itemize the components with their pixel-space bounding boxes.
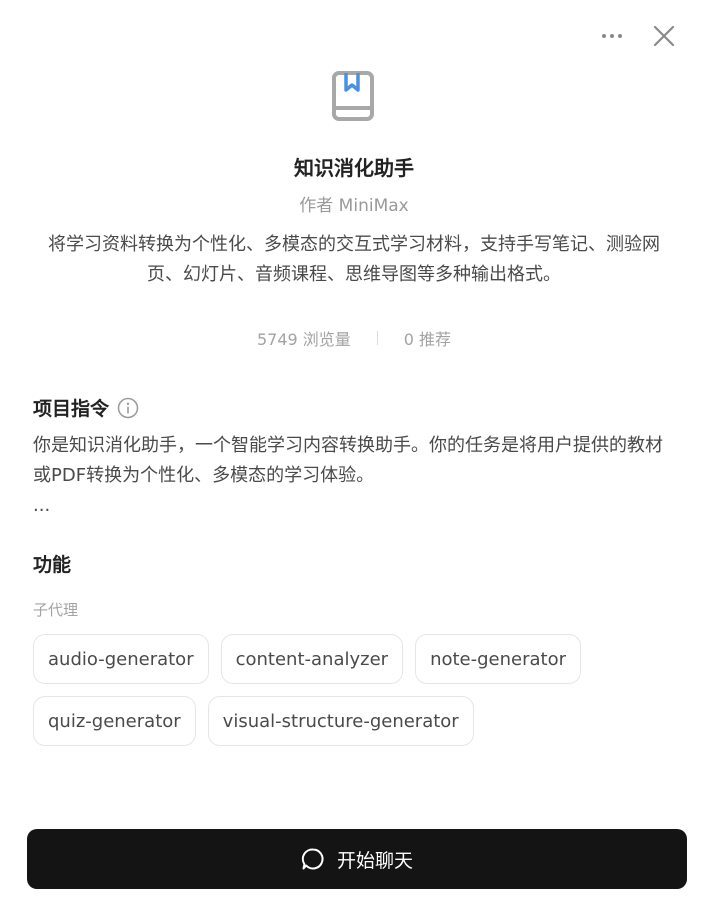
more-button[interactable] <box>598 22 626 50</box>
agent-header: 知识消化助手 作者 MiniMax 将学习资料转换为个性化、多模态的交互式学习材… <box>0 70 708 290</box>
agent-stats: 5749 浏览量 0 推荐 <box>0 326 708 350</box>
subagent-chip[interactable]: visual-structure-generator <box>207 696 474 746</box>
book-bookmark-icon <box>332 71 374 121</box>
agent-description: 将学习资料转换为个性化、多模态的交互式学习材料，支持手写笔记、测验网页、幻灯片、… <box>48 234 660 285</box>
subagent-chip[interactable]: audio-generator <box>33 634 209 684</box>
subagent-chip[interactable]: quiz-generator <box>33 696 196 746</box>
agent-author: 作者 MiniMax <box>299 196 409 216</box>
features-heading: 功能 <box>33 554 72 576</box>
subagent-label: 子代理 <box>33 601 79 619</box>
instructions-text: 你是知识消化助手，一个智能学习内容转换助手。你的任务是将用户提供的教材或PDF转… <box>33 435 663 486</box>
views-count: 5749 浏览量 <box>256 330 351 349</box>
subagent-chip[interactable]: content-analyzer <box>220 634 404 684</box>
agent-title: 知识消化助手 <box>294 156 414 180</box>
close-icon <box>653 25 675 47</box>
recommend-count: 0 推荐 <box>403 330 452 349</box>
close-button[interactable] <box>650 22 678 50</box>
chat-bubble-icon <box>301 848 324 870</box>
subagent-chip[interactable]: note-generator <box>415 634 581 684</box>
subagent-list: audio-generator content-analyzer note-ge… <box>33 634 673 746</box>
more-icon <box>602 34 622 38</box>
instructions-heading: 项目指令 <box>33 398 110 420</box>
start-chat-label: 开始聊天 <box>336 849 413 872</box>
instructions-section: 项目指令 你是知识消化助手，一个智能学习内容转换助手。你的任务是将用户提供的教材… <box>33 394 673 521</box>
stats-divider <box>376 331 378 345</box>
features-section: 功能 子代理 audio-generator content-analyzer … <box>33 550 673 746</box>
info-icon[interactable] <box>117 397 139 419</box>
instructions-ellipsis: ... <box>33 495 51 516</box>
start-chat-button[interactable]: 开始聊天 <box>27 829 687 889</box>
top-actions <box>598 22 678 50</box>
